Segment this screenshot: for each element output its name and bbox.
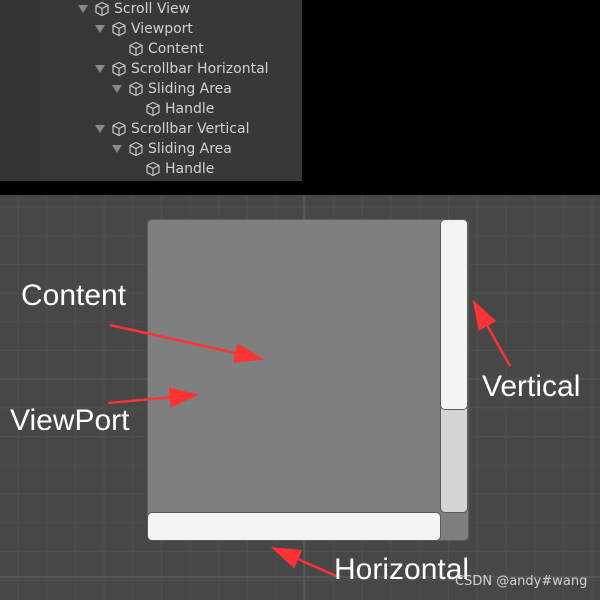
horizontal-arrow <box>270 546 337 578</box>
watermark: CSDN @andy#wang <box>455 574 588 589</box>
content-arrow <box>109 323 265 363</box>
content-label: Content <box>21 279 127 312</box>
vertical-label: Vertical <box>482 370 581 403</box>
vertical-arrow <box>472 299 512 367</box>
viewport-arrow <box>107 387 200 408</box>
viewport-label: ViewPort <box>10 404 130 437</box>
horizontal-label: Horizontal <box>334 553 470 586</box>
